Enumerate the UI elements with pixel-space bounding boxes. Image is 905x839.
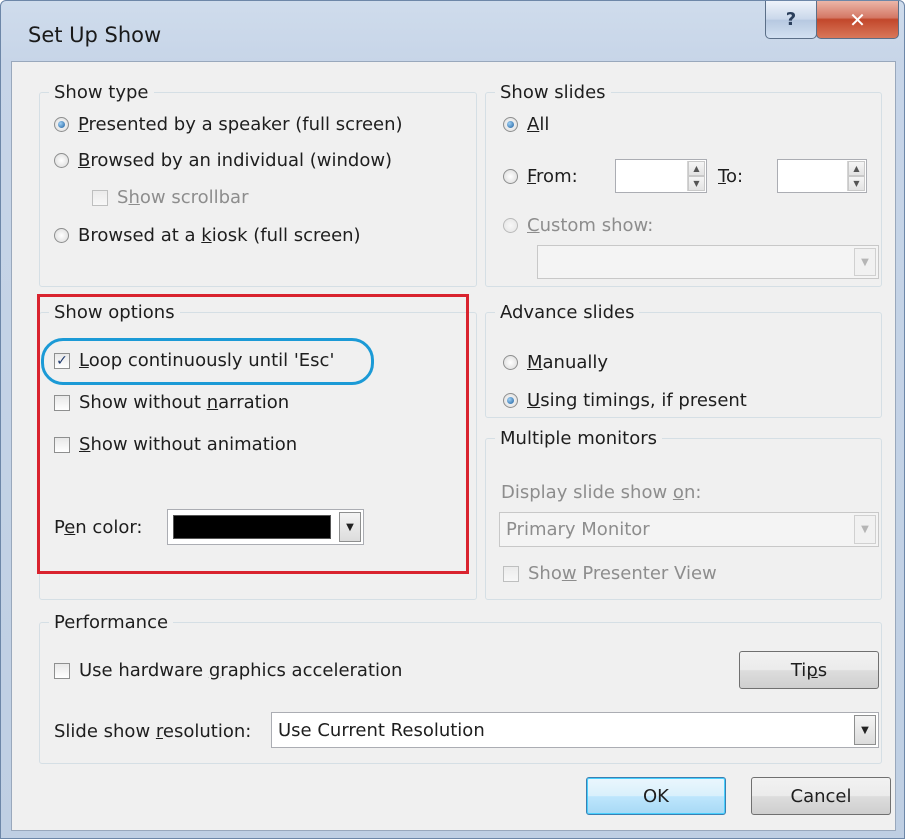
radio-icon[interactable] — [503, 355, 518, 370]
radio-label: Browsed by an individual (window) — [78, 150, 393, 171]
cancel-button[interactable]: Cancel — [751, 777, 891, 815]
radio-icon — [503, 218, 518, 233]
radio-label: Using timings, if present — [527, 390, 747, 411]
checkbox-icon[interactable] — [54, 662, 70, 679]
monitor-dropdown: Primary Monitor ▼ — [499, 512, 879, 547]
radio-label: Browsed at a kiosk (full screen) — [78, 225, 361, 246]
spin-up-icon[interactable]: ▲ — [848, 161, 865, 176]
tips-button-label: Tips — [790, 659, 828, 681]
radio-manually[interactable]: Manually — [503, 352, 608, 373]
checkbox-icon — [92, 189, 108, 206]
checkbox-label: Show scrollbar — [117, 187, 249, 208]
radio-label: Custom show: — [527, 215, 654, 236]
ok-button-label: OK — [643, 785, 669, 807]
checkbox-hardware-acceleration[interactable]: Use hardware graphics acceleration — [54, 660, 402, 681]
radio-label: All — [527, 114, 550, 135]
radio-browsed-at-kiosk[interactable]: Browsed at a kiosk (full screen) — [54, 225, 361, 246]
advance-slides-legend: Advance slides — [500, 302, 635, 323]
close-icon: ✕ — [849, 7, 866, 32]
red-highlight-box — [37, 294, 469, 574]
multiple-monitors-legend: Multiple monitors — [500, 428, 658, 449]
help-button[interactable]: ? — [765, 1, 817, 39]
chevron-down-icon: ▼ — [854, 248, 876, 276]
radio-icon[interactable] — [54, 153, 69, 168]
radio-icon[interactable] — [54, 117, 69, 132]
dialog-body: Show type Presented by a speaker (full s… — [11, 61, 896, 831]
checkbox-label: Use hardware graphics acceleration — [79, 660, 403, 681]
checkbox-label: Show Presenter View — [528, 563, 717, 584]
radio-custom-show: Custom show: — [503, 215, 653, 236]
show-slides-legend: Show slides — [500, 82, 606, 103]
resolution-dropdown[interactable]: Use Current Resolution ▼ — [271, 712, 879, 748]
spin-down-icon[interactable]: ▼ — [688, 176, 705, 191]
dialog-title: Set Up Show — [28, 23, 162, 47]
tips-button[interactable]: Tips — [739, 651, 879, 689]
radio-label: Presented by a speaker (full screen) — [78, 114, 403, 135]
chevron-down-icon[interactable]: ▼ — [854, 715, 876, 745]
help-icon: ? — [785, 9, 797, 30]
from-spinner[interactable]: ▲ ▼ — [615, 159, 707, 193]
show-type-legend: Show type — [54, 82, 149, 103]
show-type-group: Show type — [39, 82, 477, 287]
blue-highlight-oval — [41, 338, 374, 385]
chevron-down-icon: ▼ — [854, 515, 876, 544]
monitor-value: Primary Monitor — [506, 519, 650, 540]
checkbox-icon — [503, 565, 519, 582]
spin-down-icon[interactable]: ▼ — [848, 176, 865, 191]
radio-all-slides[interactable]: All — [503, 114, 549, 135]
checkbox-show-presenter-view: Show Presenter View — [503, 563, 717, 584]
radio-browsed-by-individual[interactable]: Browsed by an individual (window) — [54, 150, 392, 171]
radio-icon[interactable] — [54, 228, 69, 243]
to-label: To: — [718, 166, 744, 187]
radio-from-slide[interactable]: From: — [503, 166, 578, 187]
cancel-button-label: Cancel — [790, 785, 852, 807]
checkbox-show-scrollbar: Show scrollbar — [92, 187, 248, 208]
radio-label: Manually — [527, 352, 609, 373]
radio-icon[interactable] — [503, 117, 518, 132]
set-up-show-dialog: Set Up Show ? ✕ Show type Presented by a… — [0, 0, 905, 839]
resolution-value[interactable]: Use Current Resolution — [278, 720, 485, 741]
performance-legend: Performance — [54, 612, 169, 633]
radio-using-timings[interactable]: Using timings, if present — [503, 390, 747, 411]
radio-icon[interactable] — [503, 169, 518, 184]
ok-button[interactable]: OK — [586, 777, 726, 815]
radio-label: From: — [527, 166, 578, 187]
radio-icon[interactable] — [503, 393, 518, 408]
resolution-label: Slide show resolution: — [54, 721, 252, 742]
to-spinner[interactable]: ▲ ▼ — [777, 159, 867, 193]
close-button[interactable]: ✕ — [816, 1, 899, 39]
display-slide-show-label: Display slide show on: — [501, 482, 702, 503]
radio-presented-by-speaker[interactable]: Presented by a speaker (full screen) — [54, 114, 403, 135]
custom-show-dropdown: ▼ — [537, 245, 879, 279]
spin-up-icon[interactable]: ▲ — [688, 161, 705, 176]
